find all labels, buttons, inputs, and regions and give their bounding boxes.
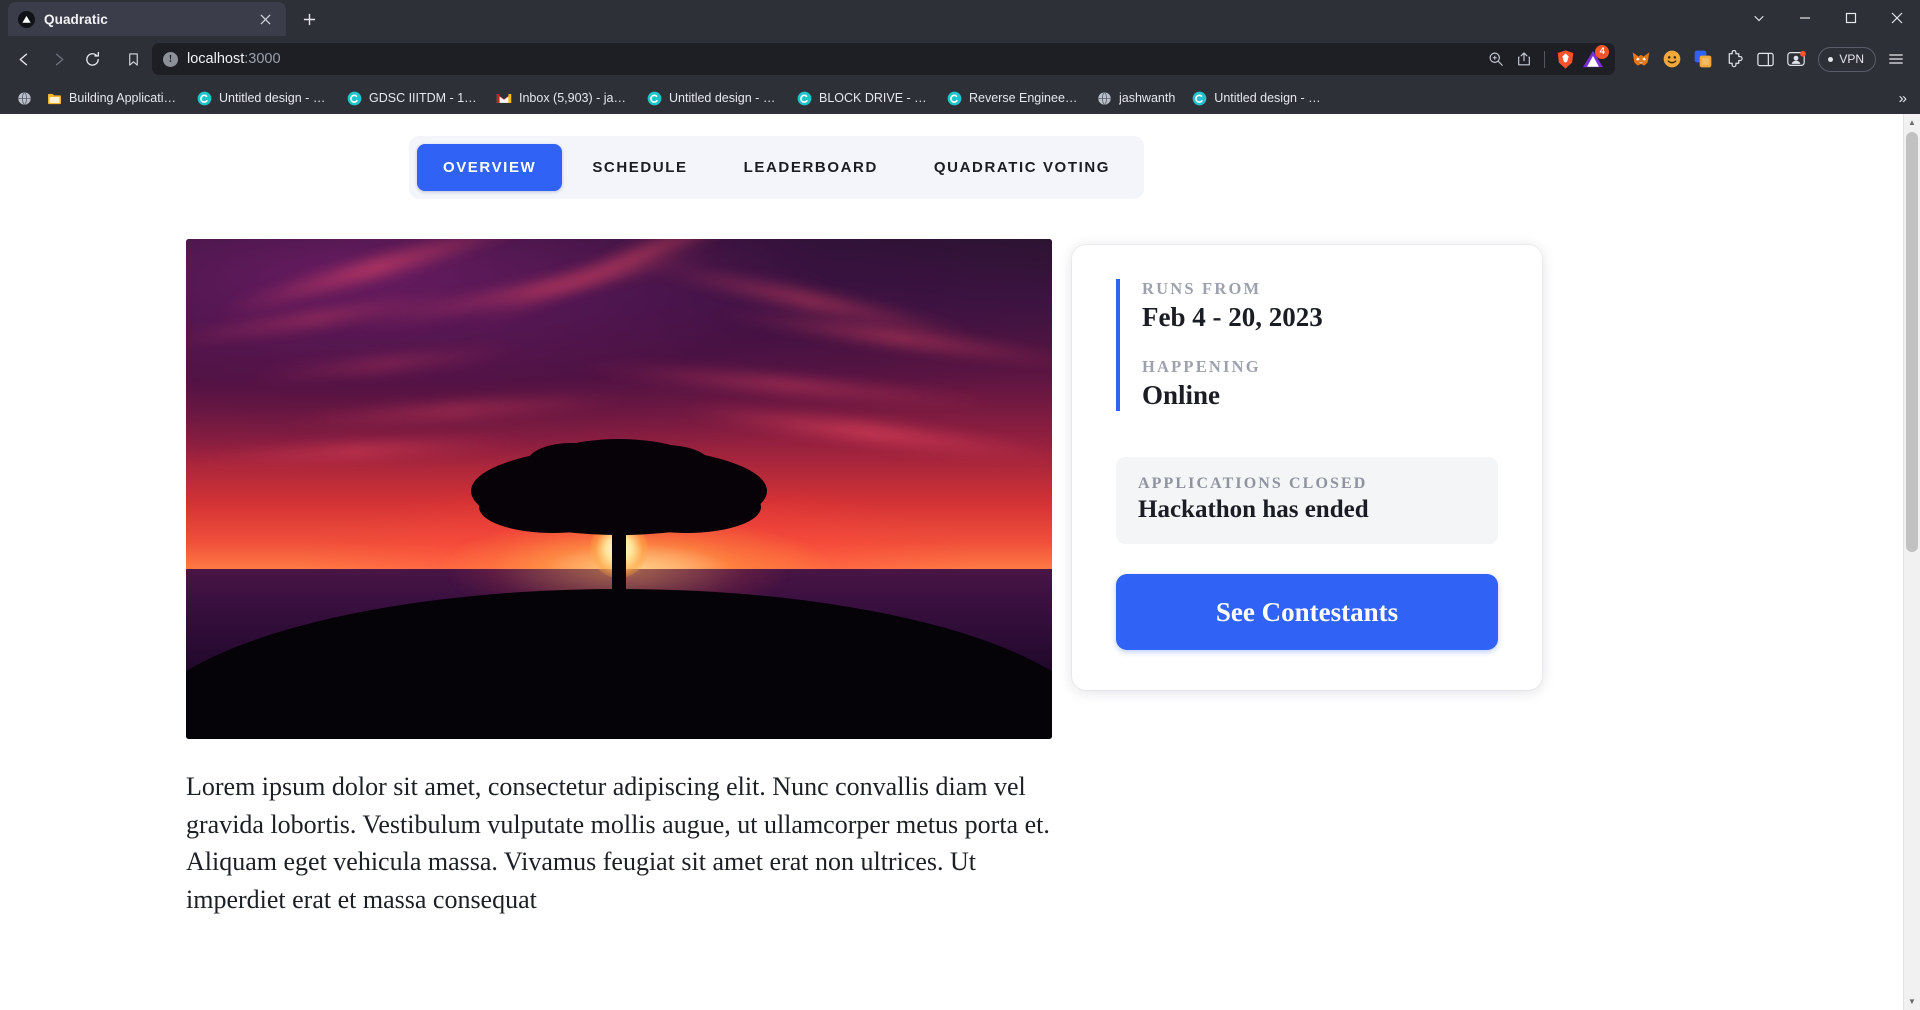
bookmark-item-untitled-design-2[interactable]: Untitled design - 10... [638,86,788,110]
bookmark-label: Untitled design - 10... [669,91,780,105]
web-page: OVERVIEW SCHEDULE LEADERBOARD QUADRATIC … [0,114,1903,1010]
toolbar-right-icons: VPN [1627,44,1910,74]
hackathon-description: Lorem ipsum dolor sit amet, consectetur … [186,772,1050,915]
new-tab-button[interactable] [294,4,324,34]
vpn-label: VPN [1839,52,1864,66]
vpn-button[interactable]: VPN [1818,46,1876,72]
scroll-down-arrow[interactable]: ▼ [1904,993,1920,1010]
globe-icon [1096,90,1112,106]
page-scrollbar[interactable]: ▲ ▼ [1903,114,1920,1010]
bookmark-item[interactable] [10,86,38,110]
tab-strip: Quadratic [0,0,1920,36]
share-icon[interactable] [1511,46,1537,72]
translate-extension-icon[interactable] [1689,45,1717,73]
bookmark-label: Reverse Engineerin... [969,91,1080,105]
status-label: APPLICATIONS CLOSED [1138,475,1368,492]
browser-menu-icon[interactable] [1882,44,1910,74]
bookmark-label: Untitled design - 10... [219,91,330,105]
address-bar[interactable]: ! localhost:3000 4 [152,43,1616,75]
page-tab-nav-row: OVERVIEW SCHEDULE LEADERBOARD QUADRATIC … [0,136,1553,199]
happening-label: HAPPENING [1142,357,1261,376]
globe-icon [16,90,32,106]
omnibox-actions: 4 [1483,45,1610,72]
runs-from-value: Feb 4 - 20, 2023 [1142,302,1323,332]
canva-icon [946,90,962,106]
bookmark-item-block-drive[interactable]: BLOCK DRIVE - Pres... [788,86,938,110]
url-host: localhost [187,51,245,67]
canva-icon [796,90,812,106]
bookmark-label: GDSC IIITDM - 100... [369,91,480,105]
meta-block: RUNS FROM Feb 4 - 20, 2023 HAPPENING Onl… [1116,279,1498,411]
bookmark-label: Building Applicatio... [69,91,180,105]
status-badge: APPLICATIONS CLOSED Hackathon has ended [1116,457,1498,544]
bookmark-item-building-applications[interactable]: Building Applicatio... [38,86,188,110]
profile-icon[interactable] [1782,45,1810,73]
badge-count: 4 [1595,45,1610,59]
canva-icon [1191,90,1207,106]
folder-icon [46,90,62,106]
tab-schedule[interactable]: SCHEDULE [566,144,713,191]
bookmarks-bar: Building Applicatio... Untitled design -… [0,82,1920,114]
quadratic-logo-icon [18,10,35,28]
canva-icon [346,90,362,106]
browser-tab-quadratic[interactable]: Quadratic [8,2,286,36]
sidebar-panel-icon[interactable] [1751,45,1779,73]
metamask-fox-icon[interactable] [1627,45,1655,73]
bookmark-label: jashwanth [1119,91,1176,105]
bookmark-label: BLOCK DRIVE - Pres... [819,91,930,105]
bookmark-item-jashwanth[interactable]: jashwanth [1088,86,1183,110]
vpn-status-dot [1828,56,1834,62]
runs-from-label: RUNS FROM [1142,279,1262,298]
bookmarks-overflow-button[interactable]: » [1892,88,1914,109]
site-info-icon[interactable]: ! [163,51,178,67]
page-content: Lorem ipsum dolor sit amet, consectetur … [0,199,1553,919]
canva-icon [196,90,212,106]
divider [1544,50,1546,68]
tab-search-icon[interactable] [1736,0,1782,36]
tab-leaderboard[interactable]: LEADERBOARD [718,144,904,191]
minimize-button[interactable] [1782,0,1828,36]
bookmark-item-untitled-design-1[interactable]: Untitled design - 10... [188,86,338,110]
hackathon-info-card: RUNS FROM Feb 4 - 20, 2023 HAPPENING Onl… [1072,245,1542,690]
bookmark-item-inbox[interactable]: Inbox (5,903) - jash... [488,86,638,110]
omnibox-container: ! localhost:3000 4 [118,43,1616,75]
window-controls [1736,0,1920,36]
url-port: :3000 [244,51,281,67]
hero-column: Lorem ipsum dolor sit amet, consectetur … [186,239,1052,919]
page-tab-nav: OVERVIEW SCHEDULE LEADERBOARD QUADRATIC … [408,136,1145,199]
bookmark-label: Inbox (5,903) - jash... [519,91,630,105]
see-contestants-button[interactable]: See Contestants [1116,574,1498,650]
navigation-toolbar: ! localhost:3000 4 VPN [0,36,1920,82]
scroll-up-arrow[interactable]: ▲ [1904,114,1920,131]
extension-smiley-icon[interactable] [1658,45,1686,73]
canva-icon [646,90,662,106]
brave-shields-lion-icon[interactable] [1552,46,1578,72]
bookmark-item-gdsc-iiitdm[interactable]: GDSC IIITDM - 100... [338,86,488,110]
bookmark-item-reverse-engineering[interactable]: Reverse Engineerin... [938,86,1088,110]
close-icon[interactable] [254,8,276,30]
zoom-in-icon[interactable] [1483,46,1509,72]
tab-title: Quadratic [44,11,108,27]
browser-window: Quadratic ! localhost:3000 4 VPN Buildin… [0,0,1920,1010]
extension-badge-icon[interactable]: 4 [1580,45,1610,71]
bookmark-item-untitled-design-3[interactable]: Untitled design - 10... [1183,86,1333,110]
tab-overview[interactable]: OVERVIEW [416,144,563,191]
bookmark-outline-icon[interactable] [118,44,148,74]
forward-arrow-icon[interactable] [42,43,74,75]
gmail-icon [496,90,512,106]
status-value: Hackathon has ended [1138,496,1369,523]
address-bar-url: localhost:3000 [187,51,1474,67]
window-close-button[interactable] [1874,0,1920,36]
happening-value: Online [1142,380,1221,410]
scrollbar-thumb[interactable] [1906,132,1918,552]
back-arrow-icon[interactable] [8,43,40,75]
page-viewport: OVERVIEW SCHEDULE LEADERBOARD QUADRATIC … [0,114,1920,1010]
maximize-button[interactable] [1828,0,1874,36]
tab-quadratic-voting[interactable]: QUADRATIC VOTING [908,144,1136,191]
reload-icon[interactable] [76,43,108,75]
extensions-puzzle-icon[interactable] [1720,45,1748,73]
hackathon-banner-image [186,239,1052,739]
bookmark-label: Untitled design - 10... [1214,91,1326,105]
